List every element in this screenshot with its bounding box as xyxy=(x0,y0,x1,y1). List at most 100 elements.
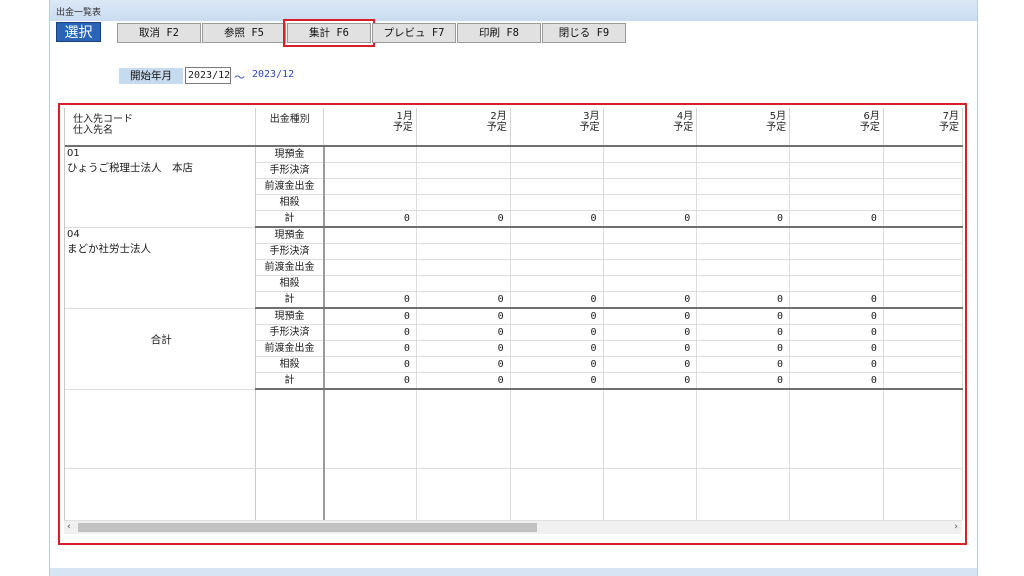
amount-cell[interactable]: 0 xyxy=(789,372,884,390)
amount-cell[interactable] xyxy=(883,194,963,211)
amount-cell[interactable] xyxy=(883,324,963,341)
amount-cell[interactable] xyxy=(323,227,417,244)
amount-cell[interactable] xyxy=(323,194,417,211)
amount-cell[interactable]: 0 xyxy=(510,308,604,325)
payment-type-cell[interactable]: 相殺 xyxy=(255,275,325,292)
amount-cell[interactable]: 0 xyxy=(510,356,604,373)
amount-cell[interactable]: 0 xyxy=(416,308,511,325)
amount-cell[interactable]: 0 xyxy=(603,210,698,228)
amount-cell[interactable]: 0 xyxy=(323,324,417,341)
amount-cell[interactable]: 0 xyxy=(323,291,417,309)
amount-cell[interactable]: 0 xyxy=(696,324,791,341)
payment-type-cell[interactable]: 前渡金出金 xyxy=(255,178,325,195)
amount-cell[interactable] xyxy=(603,227,698,244)
amount-cell[interactable] xyxy=(603,243,698,260)
month-header[interactable]: 6月 予定 xyxy=(789,108,884,147)
amount-cell[interactable] xyxy=(883,146,963,163)
amount-cell[interactable] xyxy=(696,178,791,195)
table-row[interactable]: 合計 現預金 0 0 0 0 0 0 xyxy=(65,308,963,390)
amount-cell[interactable] xyxy=(789,194,884,211)
amount-cell[interactable] xyxy=(883,356,963,373)
supplier-cell[interactable]: 01 ひょうご税理士法人 本店 xyxy=(65,146,257,228)
amount-cell[interactable] xyxy=(323,259,417,276)
amount-cell[interactable] xyxy=(510,243,604,260)
amount-cell[interactable] xyxy=(510,178,604,195)
amount-cell[interactable] xyxy=(510,227,604,244)
print-button[interactable]: 印刷 F8 xyxy=(457,23,541,43)
month-header[interactable]: 5月 予定 xyxy=(696,108,791,147)
amount-cell[interactable]: 0 xyxy=(696,308,791,325)
amount-cell[interactable]: 0 xyxy=(696,340,791,357)
amount-cell[interactable]: 0 xyxy=(510,291,604,309)
amount-cell[interactable]: 0 xyxy=(789,291,884,309)
amount-cell[interactable] xyxy=(883,243,963,260)
amount-cell[interactable]: 0 xyxy=(323,340,417,357)
amount-cell[interactable] xyxy=(416,162,511,179)
payment-type-cell[interactable]: 現預金 xyxy=(255,146,325,163)
amount-cell[interactable] xyxy=(510,275,604,292)
amount-cell[interactable] xyxy=(603,275,698,292)
amount-cell[interactable] xyxy=(789,243,884,260)
amount-cell[interactable] xyxy=(696,146,791,163)
amount-cell[interactable] xyxy=(883,210,963,228)
amount-cell[interactable] xyxy=(789,227,884,244)
amount-cell[interactable] xyxy=(416,146,511,163)
amount-cell[interactable]: 0 xyxy=(510,340,604,357)
amount-cell[interactable]: 0 xyxy=(603,308,698,325)
amount-cell[interactable] xyxy=(323,243,417,260)
select-button[interactable]: 選択 xyxy=(56,22,101,42)
amount-cell[interactable]: 0 xyxy=(696,372,791,390)
scroll-thumb[interactable] xyxy=(78,523,537,532)
amount-cell[interactable]: 0 xyxy=(510,210,604,228)
horizontal-scrollbar[interactable]: ‹ › xyxy=(64,520,962,534)
amount-cell[interactable] xyxy=(603,259,698,276)
amount-cell[interactable] xyxy=(789,275,884,292)
amount-cell[interactable] xyxy=(416,275,511,292)
amount-cell[interactable]: 0 xyxy=(416,324,511,341)
payment-type-cell[interactable]: 手形決済 xyxy=(255,324,325,341)
payment-type-cell[interactable]: 計 xyxy=(255,210,325,228)
amount-cell[interactable]: 0 xyxy=(323,372,417,390)
aggregate-button[interactable]: 集計 F6 xyxy=(283,19,375,47)
amount-cell[interactable]: 0 xyxy=(789,356,884,373)
amount-cell[interactable] xyxy=(603,162,698,179)
amount-cell[interactable] xyxy=(696,243,791,260)
amount-cell[interactable]: 0 xyxy=(789,340,884,357)
amount-cell[interactable]: 0 xyxy=(696,210,791,228)
scroll-right-icon[interactable]: › xyxy=(954,521,958,534)
payment-type-cell[interactable]: 計 xyxy=(255,291,325,309)
payment-type-cell[interactable]: 前渡金出金 xyxy=(255,340,325,357)
amount-cell[interactable] xyxy=(510,194,604,211)
amount-cell[interactable] xyxy=(883,178,963,195)
amount-cell[interactable] xyxy=(510,162,604,179)
total-cell[interactable]: 合計 xyxy=(65,308,257,390)
amount-cell[interactable] xyxy=(510,259,604,276)
payment-type-cell[interactable]: 前渡金出金 xyxy=(255,259,325,276)
amount-cell[interactable] xyxy=(416,178,511,195)
payment-type-cell[interactable]: 相殺 xyxy=(255,194,325,211)
amount-cell[interactable] xyxy=(603,146,698,163)
amount-cell[interactable] xyxy=(883,227,963,244)
amount-cell[interactable]: 0 xyxy=(510,324,604,341)
amount-cell[interactable] xyxy=(696,275,791,292)
amount-cell[interactable]: 0 xyxy=(696,356,791,373)
month-header[interactable]: 4月 予定 xyxy=(603,108,698,147)
amount-cell[interactable]: 0 xyxy=(789,308,884,325)
amount-cell[interactable]: 0 xyxy=(603,291,698,309)
amount-cell[interactable]: 0 xyxy=(603,340,698,357)
amount-cell[interactable] xyxy=(883,291,963,309)
month-header[interactable]: 2月 予定 xyxy=(416,108,511,147)
amount-cell[interactable]: 0 xyxy=(603,372,698,390)
amount-cell[interactable] xyxy=(883,308,963,325)
amount-cell[interactable] xyxy=(323,146,417,163)
amount-cell[interactable] xyxy=(789,178,884,195)
amount-cell[interactable] xyxy=(883,372,963,390)
supplier-header[interactable]: 仕入先コード 仕入先名 xyxy=(65,108,257,147)
amount-cell[interactable] xyxy=(416,243,511,260)
amount-cell[interactable] xyxy=(323,162,417,179)
month-header[interactable]: 1月 予定 xyxy=(323,108,417,147)
amount-cell[interactable] xyxy=(603,194,698,211)
amount-cell[interactable]: 0 xyxy=(789,210,884,228)
amount-cell[interactable] xyxy=(789,146,884,163)
amount-cell[interactable] xyxy=(696,162,791,179)
